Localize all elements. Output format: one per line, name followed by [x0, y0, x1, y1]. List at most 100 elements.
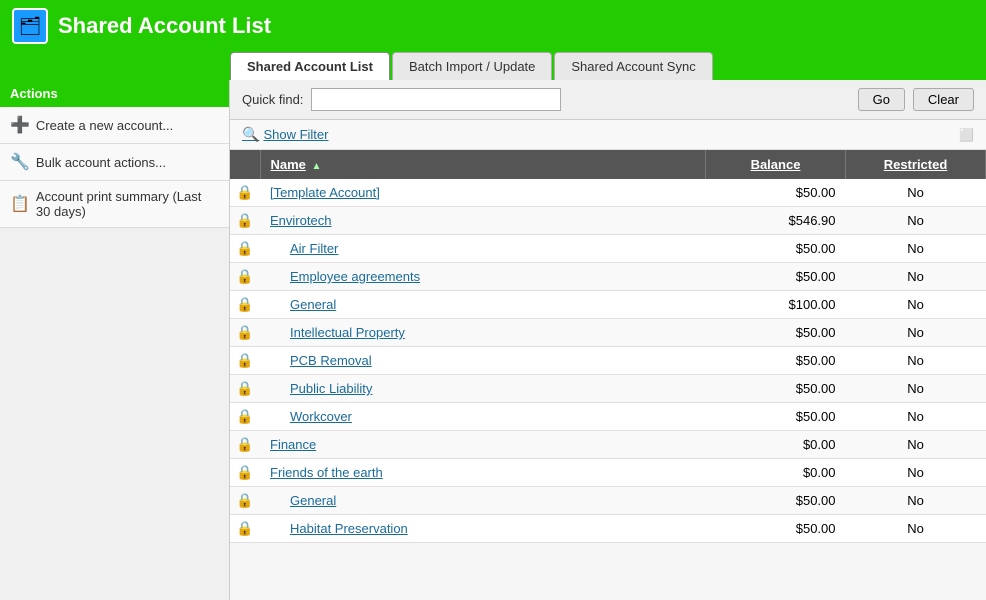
col-icon: [230, 150, 260, 179]
account-name-link[interactable]: Habitat Preservation: [290, 521, 408, 536]
row-name-cell: Intellectual Property: [260, 319, 706, 347]
account-name-link[interactable]: [Template Account]: [270, 185, 380, 200]
go-button[interactable]: Go: [858, 88, 905, 111]
row-icon-cell: 🔒: [230, 403, 260, 431]
lock-icon: 🔒: [236, 408, 253, 425]
col-name[interactable]: Name ▲: [260, 150, 706, 179]
search-input[interactable]: [311, 88, 561, 111]
show-filter-label: Show Filter: [263, 127, 328, 142]
row-balance-cell: $50.00: [706, 375, 846, 403]
lock-icon: 🔒: [236, 352, 253, 369]
tab-batch-import[interactable]: Batch Import / Update: [392, 52, 552, 80]
row-icon-cell: 🔒: [230, 347, 260, 375]
col-balance-label: Balance: [751, 157, 801, 172]
page-title: Shared Account List: [58, 13, 271, 39]
lock-icon: 🔒: [236, 324, 253, 341]
row-name-cell: Workcover: [260, 403, 706, 431]
row-restricted-cell: No: [846, 207, 986, 235]
row-icon-cell: 🔒: [230, 291, 260, 319]
row-restricted-cell: No: [846, 319, 986, 347]
row-icon-cell: 🔒: [230, 319, 260, 347]
row-icon-cell: 🔒: [230, 515, 260, 543]
sidebar-item-print-summary[interactable]: 📋 Account print summary (Last 30 days): [0, 181, 229, 228]
row-balance-cell: $50.00: [706, 487, 846, 515]
expand-icon: ⬜: [959, 128, 974, 142]
row-balance-cell: $546.90: [706, 207, 846, 235]
show-filter-link[interactable]: 🔍 Show Filter: [242, 126, 328, 143]
lock-icon: 🔒: [236, 240, 253, 257]
sidebar-item-bulk-actions[interactable]: 🔧 Bulk account actions...: [0, 144, 229, 181]
row-balance-cell: $50.00: [706, 347, 846, 375]
table-row: 🔒Habitat Preservation$50.00No: [230, 515, 986, 543]
content-area: Quick find: Go Clear 🔍 Show Filter ⬜ N: [230, 80, 986, 600]
row-balance-cell: $0.00: [706, 431, 846, 459]
row-restricted-cell: No: [846, 431, 986, 459]
quickfind-bar: Quick find: Go Clear: [230, 80, 986, 120]
row-icon-cell: 🔒: [230, 179, 260, 207]
quickfind-label: Quick find:: [242, 92, 303, 107]
row-restricted-cell: No: [846, 375, 986, 403]
account-name-link[interactable]: Intellectual Property: [290, 325, 405, 340]
table-row: 🔒Intellectual Property$50.00No: [230, 319, 986, 347]
row-name-cell: Friends of the earth: [260, 459, 706, 487]
row-name-cell: Envirotech: [260, 207, 706, 235]
account-name-link[interactable]: Friends of the earth: [270, 465, 383, 480]
bulk-icon: 🔧: [10, 152, 30, 172]
row-icon-cell: 🔒: [230, 207, 260, 235]
sidebar-title: Actions: [0, 80, 229, 107]
row-restricted-cell: No: [846, 235, 986, 263]
row-restricted-cell: No: [846, 459, 986, 487]
sidebar: Actions ➕ Create a new account... 🔧 Bulk…: [0, 80, 230, 600]
filter-bar: 🔍 Show Filter ⬜: [230, 120, 986, 150]
sidebar-item-create-label: Create a new account...: [36, 118, 173, 133]
lock-icon: 🔒: [236, 520, 253, 537]
lock-icon: 🔒: [236, 492, 253, 509]
tab-shared-account-list[interactable]: Shared Account List: [230, 52, 390, 80]
sidebar-item-bulk-label: Bulk account actions...: [36, 155, 166, 170]
row-restricted-cell: No: [846, 347, 986, 375]
table-row: 🔒General$50.00No: [230, 487, 986, 515]
row-restricted-cell: No: [846, 515, 986, 543]
clear-button[interactable]: Clear: [913, 88, 974, 111]
account-name-link[interactable]: Workcover: [290, 409, 352, 424]
main-layout: Actions ➕ Create a new account... 🔧 Bulk…: [0, 80, 986, 600]
row-name-cell: Habitat Preservation: [260, 515, 706, 543]
lock-icon: 🔒: [236, 380, 253, 397]
row-balance-cell: $50.00: [706, 263, 846, 291]
table-row: 🔒 Envirotech $546.90No: [230, 207, 986, 235]
table-row: 🔒 Workcover $50.00No: [230, 403, 986, 431]
row-icon-cell: 🔒: [230, 431, 260, 459]
account-name-link[interactable]: Air Filter: [290, 241, 338, 256]
table-row: 🔒Friends of the earth$0.00No: [230, 459, 986, 487]
row-restricted-cell: No: [846, 403, 986, 431]
row-icon-cell: 🔒: [230, 263, 260, 291]
table-body: 🔒[Template Account]$50.00No🔒Envirotech$5…: [230, 179, 986, 543]
table-row: 🔒 PCB Removal $50.00No: [230, 347, 986, 375]
col-restricted[interactable]: Restricted: [846, 150, 986, 179]
page-header: 🗂 Shared Account List: [0, 0, 986, 52]
row-balance-cell: $50.00: [706, 403, 846, 431]
tab-shared-account-sync[interactable]: Shared Account Sync: [554, 52, 712, 80]
magnifier-icon: 🔍: [242, 126, 259, 143]
account-name-link[interactable]: General: [290, 297, 336, 312]
account-name-link[interactable]: Finance: [270, 437, 316, 452]
account-name-link[interactable]: Employee agreements: [290, 269, 420, 284]
account-name-link[interactable]: Public Liability: [290, 381, 372, 396]
row-balance-cell: $100.00: [706, 291, 846, 319]
row-icon-cell: 🔒: [230, 375, 260, 403]
col-balance[interactable]: Balance: [706, 150, 846, 179]
row-icon-cell: 🔒: [230, 459, 260, 487]
table-row: 🔒Employee agreements$50.00No: [230, 263, 986, 291]
lock-icon: 🔒: [236, 296, 253, 313]
table-row: 🔒 Public Liability $50.00No: [230, 375, 986, 403]
print-icon: 📋: [10, 194, 30, 214]
lock-icon: 🔒: [236, 184, 253, 201]
account-name-link[interactable]: PCB Removal: [290, 353, 372, 368]
row-name-cell: Finance: [260, 431, 706, 459]
account-name-link[interactable]: General: [290, 493, 336, 508]
app-icon: 🗂: [12, 8, 48, 44]
sidebar-item-create-account[interactable]: ➕ Create a new account...: [0, 107, 229, 144]
lock-icon: 🔒: [236, 436, 253, 453]
account-name-link[interactable]: Envirotech: [270, 213, 331, 228]
col-restricted-label: Restricted: [884, 157, 948, 172]
